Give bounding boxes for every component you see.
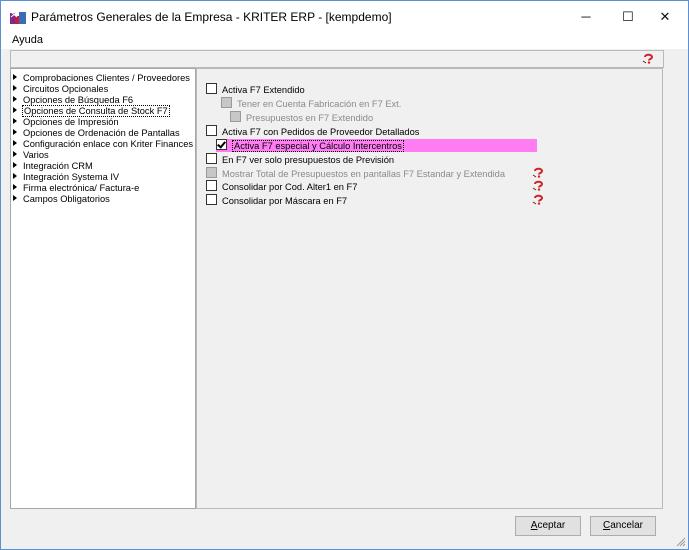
- option-solo-presupuestos-prevision[interactable]: En F7 ver solo presupuestos de Previsión: [206, 153, 394, 166]
- title-bar[interactable]: Parámetros Generales de la Empresa - KRI…: [1, 1, 688, 33]
- option-activa-f7-extendido[interactable]: Activa F7 Extendido: [206, 83, 305, 96]
- option-presupuestos-f7-ext: Presupuestos en F7 Extendido: [230, 111, 373, 124]
- nav-item-systema-iv[interactable]: Integración Systema IV: [13, 172, 120, 183]
- option-consolidar-mascara[interactable]: Consolidar por Máscara en F7: [206, 194, 347, 207]
- help-icon[interactable]: [532, 167, 545, 178]
- expand-arrow-icon[interactable]: [13, 107, 17, 113]
- accept-button[interactable]: Aceptar: [515, 516, 581, 536]
- expand-arrow-icon[interactable]: [13, 173, 17, 179]
- help-icon[interactable]: [532, 194, 545, 205]
- window-title: Parámetros Generales de la Empresa - KRI…: [31, 10, 392, 24]
- menu-ayuda[interactable]: Ayuda: [12, 34, 43, 46]
- resize-grip-icon[interactable]: [676, 537, 686, 547]
- nav-item-circuitos[interactable]: Circuitos Opcionales: [13, 84, 109, 95]
- window: Parámetros Generales de la Empresa - KRI…: [0, 0, 689, 550]
- help-icon[interactable]: [532, 180, 545, 191]
- cancel-button[interactable]: Cancelar: [590, 516, 656, 536]
- nav-item-comprobaciones[interactable]: Comprobaciones Clientes / Proveedores: [13, 73, 191, 84]
- option-f7-especial-intercentros[interactable]: Activa F7 especial y Cálculo Intercentro…: [216, 139, 537, 152]
- nav-item-crm[interactable]: Integración CRM: [13, 161, 94, 172]
- expand-arrow-icon[interactable]: [13, 195, 17, 201]
- nav-item-kriter-finances[interactable]: Configuración enlace con Kriter Finances: [13, 139, 194, 150]
- help-icon[interactable]: [642, 53, 655, 64]
- toolbar: [10, 50, 664, 68]
- checkbox-checked[interactable]: [216, 139, 227, 150]
- nav-item-factura-e[interactable]: Firma electrónica/ Factura-e: [13, 183, 140, 194]
- checkbox[interactable]: [206, 194, 217, 205]
- options-panel: Activa F7 Extendido Tener en Cuenta Fabr…: [196, 68, 663, 509]
- nav-item-campos-obligatorios[interactable]: Campos Obligatorios: [13, 194, 111, 205]
- expand-arrow-icon[interactable]: [13, 129, 17, 135]
- kriter-app-icon: [10, 11, 26, 24]
- option-consolidar-alter1[interactable]: Consolidar por Cod. Alter1 en F7: [206, 180, 357, 193]
- nav-item-ordenacion[interactable]: Opciones de Ordenación de Pantallas: [13, 128, 181, 139]
- checkbox: [221, 97, 232, 108]
- option-fabricacion-f7-ext: Tener en Cuenta Fabricación en F7 Ext.: [221, 97, 401, 110]
- checkbox[interactable]: [206, 153, 217, 164]
- expand-arrow-icon[interactable]: [13, 151, 17, 157]
- nav-item-consulta-stock-f7[interactable]: Opciones de Consulta de Stock F7: [13, 105, 170, 117]
- close-button[interactable]: ✕: [642, 1, 688, 33]
- expand-arrow-icon[interactable]: [13, 162, 17, 168]
- expand-arrow-icon[interactable]: [13, 96, 17, 102]
- checkbox[interactable]: [206, 180, 217, 191]
- expand-arrow-icon[interactable]: [13, 74, 17, 80]
- expand-arrow-icon[interactable]: [13, 140, 17, 146]
- expand-arrow-icon[interactable]: [13, 184, 17, 190]
- options-category-tree[interactable]: Comprobaciones Clientes / Proveedores Ci…: [10, 68, 196, 509]
- nav-item-varios[interactable]: Varios: [13, 150, 50, 161]
- nav-item-impresion[interactable]: Opciones de Impresión: [13, 117, 120, 128]
- option-pedidos-proveedor[interactable]: Activa F7 con Pedidos de Proveedor Detal…: [206, 125, 419, 138]
- checkbox: [230, 111, 241, 122]
- minimize-button[interactable]: ─: [563, 1, 609, 33]
- expand-arrow-icon[interactable]: [13, 118, 17, 124]
- expand-arrow-icon[interactable]: [13, 85, 17, 91]
- checkbox[interactable]: [206, 83, 217, 94]
- menu-bar: Ayuda: [1, 33, 688, 49]
- option-mostrar-total-presupuestos: Mostrar Total de Presupuestos en pantall…: [206, 167, 505, 180]
- checkbox[interactable]: [206, 125, 217, 136]
- checkbox: [206, 167, 217, 178]
